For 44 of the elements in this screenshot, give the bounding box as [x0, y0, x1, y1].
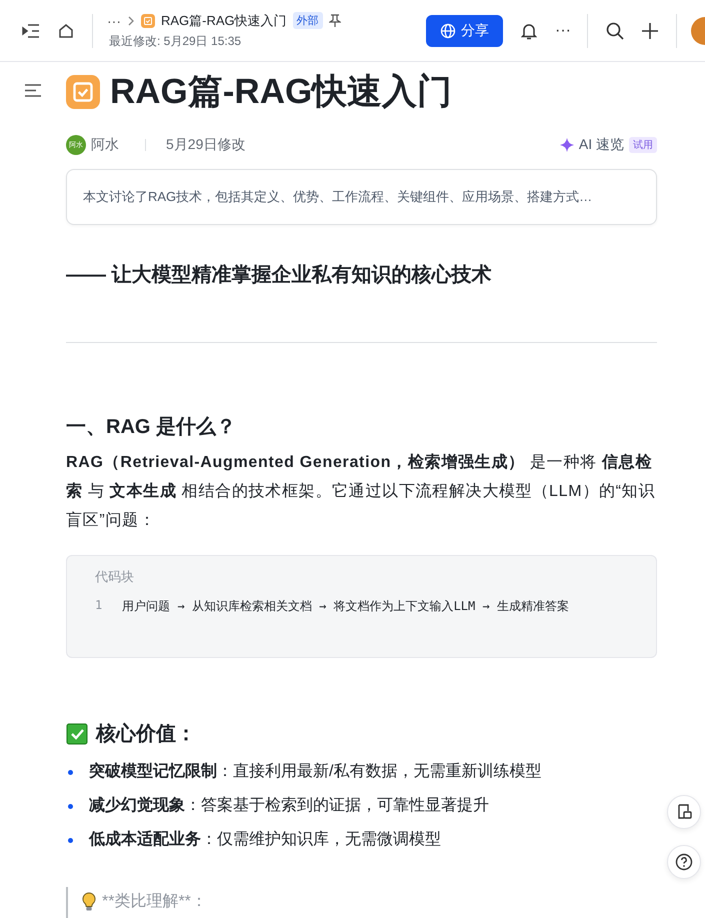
lightbulb-icon — [82, 892, 96, 912]
sidebar-toggle-icon[interactable] — [22, 24, 40, 38]
checkmark-icon — [66, 722, 88, 744]
bullet-text: 低成本适配业务：仅需维护知识库，无需微调模型 — [89, 829, 441, 850]
trial-badge: 试用 — [629, 137, 657, 153]
external-tag: 外部 — [292, 12, 323, 29]
comment-button[interactable] — [667, 795, 701, 829]
document-comment-icon — [676, 804, 692, 820]
last-modified: 最近修改: 5月29日 15:35 — [108, 32, 242, 50]
code-line: 用户问题 → 从知识库检索相关文档 → 将文档作为上下文输入LLM → 生成精准答案 — [122, 598, 569, 615]
code-block-label: 代码块 — [95, 568, 135, 586]
more-button[interactable]: ··· — [555, 22, 571, 40]
checklist-doc-icon — [66, 74, 100, 108]
bullet-text: 减少幻觉现象：答案基于检索到的证据，可靠性显著提升 — [89, 795, 489, 816]
pin-icon[interactable] — [328, 14, 341, 28]
bell-icon[interactable] — [521, 22, 538, 40]
share-button[interactable]: 分享 — [426, 14, 504, 46]
subtitle: —— 让大模型精准掌握企业私有知识的核心技术 — [66, 262, 493, 288]
paragraph: RAG（Retrieval-Augmented Generation，检索增强生成） 是一种将 信息检索 与 文本生成 相结合的技术框架。它通过以下流程解决大模型（LLM）的“知识盲区”问题： — [66, 452, 656, 531]
more-button[interactable]: ··· — [107, 12, 121, 28]
sparkle-icon — [560, 138, 574, 152]
bullet-dot — [68, 770, 73, 774]
help-button[interactable] — [667, 845, 701, 879]
globe-icon — [440, 22, 456, 38]
chevron-right-icon — [127, 16, 135, 26]
outline-menu-icon[interactable] — [25, 84, 41, 97]
subheading: 核心价值： — [96, 722, 196, 747]
bullet-text: 突破模型记忆限制：直接利用最新/私有数据，无需重新训练模型 — [89, 761, 542, 782]
bullet-dot — [68, 804, 73, 808]
help-icon — [675, 853, 693, 871]
document-title: RAG篇-RAG快速入门 — [110, 71, 452, 113]
section-heading: 一、RAG 是什么？ — [66, 415, 237, 440]
ai-overview-button[interactable]: AI 速览 — [578, 136, 624, 154]
author-name[interactable]: 阿水 — [91, 136, 119, 154]
bullet-dot — [68, 838, 73, 842]
plus-icon[interactable] — [642, 22, 658, 38]
home-icon[interactable] — [58, 22, 74, 38]
checklist-doc-icon — [141, 14, 155, 28]
ai-summary: 本文讨论了RAG技术，包括其定义、优势、工作流程、关键组件、应用场景、搭建方式… — [66, 169, 657, 225]
callout-text: **类比理解**： — [102, 892, 207, 912]
search-icon[interactable] — [606, 22, 624, 40]
modified-date: 5月29日修改 — [166, 136, 246, 154]
breadcrumb-title[interactable]: RAG篇-RAG快速入门 — [161, 12, 287, 30]
line-number: 1 — [95, 598, 102, 614]
